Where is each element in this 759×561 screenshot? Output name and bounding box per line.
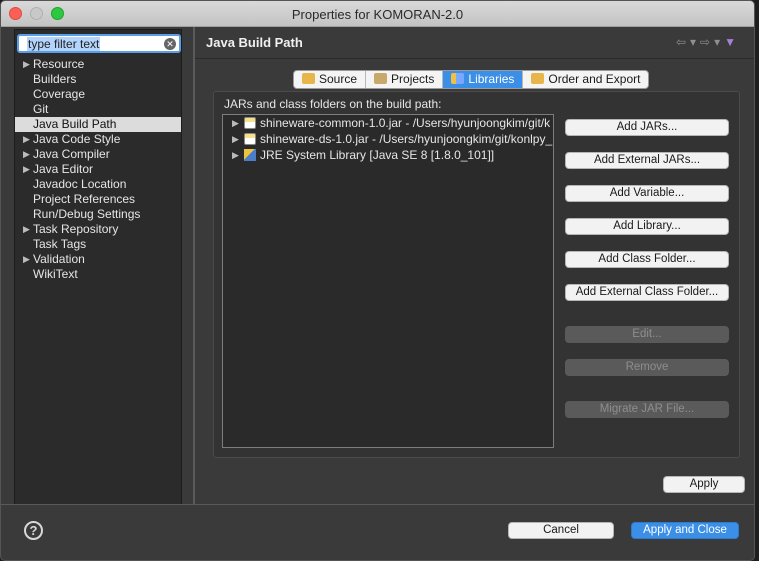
footer-divider xyxy=(1,504,754,505)
sidebar-item-label: Task Tags xyxy=(33,237,87,251)
add-jars-button[interactable]: Add JARs... xyxy=(565,119,729,136)
sidebar-item-label: Java Build Path xyxy=(33,117,117,131)
sidebar-item-label: Java Compiler xyxy=(33,147,110,161)
sidebar-item-label: Run/Debug Settings xyxy=(33,207,141,221)
tab-label: Source xyxy=(319,72,358,86)
tab-label: Projects xyxy=(391,72,435,86)
add-variable-button[interactable]: Add Variable... xyxy=(565,185,729,202)
library-entry[interactable]: ▶ shineware-ds-1.0.jar - /Users/hyunjoong… xyxy=(223,131,553,147)
remove-button[interactable]: Remove xyxy=(565,359,729,376)
header-divider xyxy=(195,58,754,59)
sidebar-item-git[interactable]: Git xyxy=(15,102,181,117)
sidebar-item-project-references[interactable]: Project References xyxy=(15,192,181,207)
sidebar-item-label: Builders xyxy=(33,72,77,86)
sidebar-item-label: Resource xyxy=(33,57,85,71)
preference-navigation: type filter text ✕ ▶ Resource Builders Cove… xyxy=(14,29,182,505)
sidebar-item-label: Project References xyxy=(33,192,136,206)
library-icon xyxy=(244,149,256,161)
apply-and-close-button[interactable]: Apply and Close xyxy=(631,522,739,539)
title-bar: Properties for KOMORAN-2.0 xyxy=(1,1,754,27)
order-export-icon xyxy=(531,73,545,84)
expand-arrow-icon[interactable]: ▶ xyxy=(23,147,30,162)
library-entry[interactable]: ▶ JRE System Library [Java SE 8 [1.8.0_10… xyxy=(223,147,553,163)
filter-field[interactable]: type filter text ✕ xyxy=(17,34,181,53)
help-icon[interactable]: ? xyxy=(24,521,43,540)
sidebar-item-label: Validation xyxy=(33,252,85,266)
edit-button[interactable]: Edit... xyxy=(565,326,729,343)
page-title: Java Build Path xyxy=(206,35,303,50)
sidebar-item-task-tags[interactable]: Task Tags xyxy=(15,237,181,252)
sidebar-item-label: Coverage xyxy=(33,87,86,101)
source-folder-icon xyxy=(302,73,315,84)
window-title: Properties for KOMORAN-2.0 xyxy=(291,7,464,22)
add-class-folder-button[interactable]: Add Class Folder... xyxy=(565,251,729,268)
tab-label: Libraries xyxy=(468,72,515,86)
add-external-jars-button[interactable]: Add External JARs... xyxy=(565,152,729,169)
expand-arrow-icon[interactable]: ▶ xyxy=(232,131,239,147)
sidebar-item-builders[interactable]: Builders xyxy=(15,72,181,87)
pane-divider[interactable] xyxy=(193,27,195,505)
tab-source[interactable]: Source xyxy=(294,71,367,88)
jar-icon xyxy=(244,133,256,145)
preference-tree: ▶ Resource Builders Coverage Git Java Build P… xyxy=(15,57,181,282)
expand-arrow-icon[interactable]: ▶ xyxy=(232,147,239,163)
sidebar-item-resource[interactable]: ▶ Resource xyxy=(15,57,181,72)
sidebar-item-label: Java Editor xyxy=(33,162,94,176)
back-arrow-icon[interactable]: ⇦▾ xyxy=(676,35,700,49)
history-navigation: ⇦▾⇨▾▼ xyxy=(676,35,740,49)
sidebar-item-wikitext[interactable]: WikiText xyxy=(15,267,181,282)
forward-arrow-icon[interactable]: ⇨▾ xyxy=(700,35,724,49)
sidebar-item-coverage[interactable]: Coverage xyxy=(15,87,181,102)
sidebar-item-java-compiler[interactable]: ▶ Java Compiler xyxy=(15,147,181,162)
tab-label: Order and Export xyxy=(548,72,641,86)
tab-libraries[interactable]: Libraries xyxy=(443,71,524,88)
sidebar-item-label: Git xyxy=(33,102,49,116)
library-list[interactable]: ▶ shineware-common-1.0.jar - /Users/hyunj… xyxy=(222,114,554,448)
expand-arrow-icon[interactable]: ▶ xyxy=(23,222,30,237)
sidebar-item-validation[interactable]: ▶ Validation xyxy=(15,252,181,267)
sidebar-item-label: Task Repository xyxy=(33,222,119,236)
build-path-tabs: Source Projects Libraries Order and Export xyxy=(293,70,650,89)
jar-icon xyxy=(244,117,256,129)
libraries-icon xyxy=(451,73,465,84)
expand-arrow-icon[interactable]: ▶ xyxy=(23,162,30,177)
apply-button[interactable]: Apply xyxy=(663,476,745,493)
projects-icon xyxy=(374,73,388,84)
sidebar-item-javadoc-location[interactable]: Javadoc Location xyxy=(15,177,181,192)
cancel-button[interactable]: Cancel xyxy=(508,522,614,539)
sidebar-item-java-code-style[interactable]: ▶ Java Code Style xyxy=(15,132,181,147)
expand-arrow-icon[interactable]: ▶ xyxy=(23,57,30,72)
clear-filter-icon[interactable]: ✕ xyxy=(164,38,176,50)
tab-projects[interactable]: Projects xyxy=(366,71,444,88)
expand-arrow-icon[interactable]: ▶ xyxy=(23,132,30,147)
migrate-jar-button[interactable]: Migrate JAR File... xyxy=(565,401,729,418)
add-library-button[interactable]: Add Library... xyxy=(565,218,729,235)
sidebar-item-label: Javadoc Location xyxy=(33,177,127,191)
library-entry-label: JRE System Library [Java SE 8 [1.8.0_101… xyxy=(260,148,495,162)
sidebar-item-java-editor[interactable]: ▶ Java Editor xyxy=(15,162,181,177)
sidebar-item-task-repository[interactable]: ▶ Task Repository xyxy=(15,222,181,237)
filter-input[interactable]: type filter text xyxy=(27,37,101,51)
sidebar-item-java-build-path[interactable]: Java Build Path xyxy=(15,117,181,132)
libraries-heading: JARs and class folders on the build path… xyxy=(224,97,442,111)
sidebar-item-run-debug-settings[interactable]: Run/Debug Settings xyxy=(15,207,181,222)
expand-arrow-icon[interactable]: ▶ xyxy=(232,115,239,131)
add-external-class-folder-button[interactable]: Add External Class Folder... xyxy=(565,284,729,301)
library-entry-label: shineware-ds-1.0.jar - /Users/hyunjoongk… xyxy=(260,132,553,146)
view-menu-icon[interactable]: ▼ xyxy=(724,35,740,49)
library-entry-label: shineware-common-1.0.jar - /Users/hyunjo… xyxy=(260,116,551,130)
sidebar-item-label: Java Code Style xyxy=(33,132,121,146)
tab-order-and-export[interactable]: Order and Export xyxy=(523,71,648,88)
sidebar-item-label: WikiText xyxy=(33,267,78,281)
library-entry[interactable]: ▶ shineware-common-1.0.jar - /Users/hyunj… xyxy=(223,115,553,131)
expand-arrow-icon[interactable]: ▶ xyxy=(23,252,30,267)
properties-dialog: Properties for KOMORAN-2.0 type filter t… xyxy=(0,0,755,561)
